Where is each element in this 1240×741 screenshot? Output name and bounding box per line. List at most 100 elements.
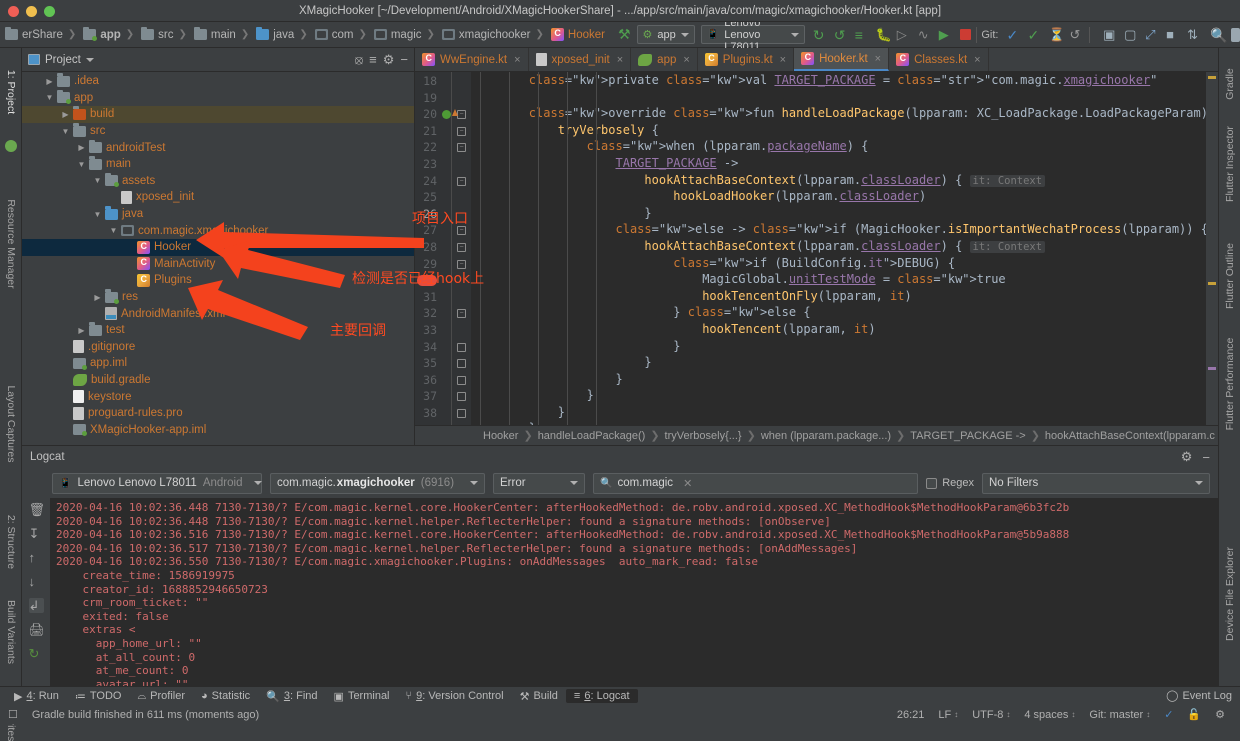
window-controls[interactable] <box>8 6 55 17</box>
regex-checkbox[interactable]: Regex <box>926 477 974 489</box>
hide-panel-icon[interactable]: − <box>1202 450 1210 465</box>
sidebar-item-flutter-outline[interactable]: Flutter Outline <box>1224 243 1236 309</box>
logcat-filter-selector[interactable]: No Filters <box>982 473 1210 494</box>
line-separator[interactable]: LF↕ <box>931 709 965 721</box>
tool-button-profiler[interactable]: ⌓Profiler <box>129 689 193 704</box>
fold-handle-icon[interactable] <box>457 409 466 418</box>
tool-button-logcat[interactable]: ≡6: Logcat <box>566 689 638 703</box>
chevron-down-icon[interactable]: ▼ <box>108 226 119 235</box>
fold-handle-icon[interactable] <box>457 392 466 401</box>
tool-button-version-control[interactable]: ⑂9: Version Control <box>398 689 512 703</box>
breadcrumb-segment[interactable]: when (lpparam.package...) <box>761 430 891 442</box>
fold-handle-icon[interactable]: − <box>457 260 466 269</box>
tree-node[interactable]: ▶.idea <box>22 73 414 90</box>
breadcrumb-item-5[interactable]: com ❯ <box>312 29 371 41</box>
usage-marker[interactable] <box>1208 367 1216 370</box>
editor-tab[interactable]: Hooker.kt× <box>794 48 889 71</box>
chevron-right-icon[interactable]: ▶ <box>76 143 87 152</box>
apply-code-changes-button[interactable]: ≡ <box>855 27 870 42</box>
logcat-device-selector[interactable]: 📱 Lenovo Lenovo L78011 Android <box>52 473 262 494</box>
tool-button-run[interactable]: ▶4: Run <box>6 689 67 704</box>
search-icon[interactable]: 🔍 <box>1210 27 1225 42</box>
breadcrumb-segment[interactable]: Hooker <box>483 430 518 442</box>
logcat-output[interactable]: 2020-04-16 10:02:36.448 7130-7130/? E/co… <box>50 498 1218 686</box>
update-project-icon[interactable]: ✓ <box>1006 27 1021 42</box>
gear-icon[interactable]: ⚙ <box>1181 449 1193 465</box>
fold-handle-icon[interactable] <box>457 376 466 385</box>
project-title[interactable]: Project <box>28 54 94 66</box>
fold-handle-icon[interactable]: − <box>457 177 466 186</box>
tree-node[interactable]: ▶androidTest <box>22 139 414 156</box>
tree-node[interactable]: keystore <box>22 388 414 405</box>
fold-handle-icon[interactable]: − <box>457 243 466 252</box>
breadcrumb-item-8[interactable]: Hooker <box>548 28 608 41</box>
up-stack-trace-icon[interactable]: ↑ <box>29 550 44 565</box>
tree-node[interactable]: XMagicHooker-app.iml <box>22 421 414 438</box>
tree-node[interactable]: .gitignore <box>22 339 414 356</box>
close-icon[interactable]: × <box>683 54 689 66</box>
tool-button-terminal[interactable]: ▣Terminal <box>326 689 398 704</box>
run-configuration-selector[interactable]: ⚙ app <box>637 25 695 44</box>
close-icon[interactable]: × <box>514 54 520 66</box>
chevron-down-icon[interactable]: ▼ <box>76 160 87 169</box>
clear-logcat-icon[interactable]: 🗑 <box>29 502 44 517</box>
collapse-all-icon[interactable]: ≡ <box>369 52 377 67</box>
sidebar-item-structure[interactable]: 2: Structure <box>5 515 17 569</box>
select-opened-file-icon[interactable]: ⦻ <box>355 52 364 68</box>
code-content[interactable]: class="kw">private class="kw">val TARGET… <box>471 72 1218 425</box>
tool-button-find[interactable]: 🔍3: Find <box>258 689 325 704</box>
sidebar-item-gradle[interactable]: Gradle <box>1224 68 1236 100</box>
inspection-icon[interactable]: ✓ <box>1157 708 1180 721</box>
avd-manager-icon[interactable]: ▢ <box>1124 27 1139 42</box>
tree-node[interactable]: ▼main <box>22 156 414 173</box>
breadcrumb-item-1[interactable]: app ❯ <box>80 29 138 41</box>
memory-icon[interactable]: ⚙ <box>1208 708 1232 721</box>
device-selector[interactable]: 📱 Lenovo Lenovo L78011 <box>701 25 805 44</box>
history-icon[interactable]: ⏳ <box>1048 27 1063 42</box>
sync-gradle-icon[interactable]: ⤢ <box>1145 27 1160 42</box>
editor-tab[interactable]: Classes.kt× <box>889 48 988 71</box>
commit-icon[interactable]: ✓ <box>1027 27 1042 42</box>
fold-handle-icon[interactable]: − <box>457 226 466 235</box>
avatar[interactable] <box>1231 28 1240 42</box>
tree-node[interactable]: build.gradle <box>22 372 414 389</box>
tree-node[interactable]: xposed_init <box>22 189 414 206</box>
tool-button-build[interactable]: ⚒Build <box>512 689 566 704</box>
git-branch[interactable]: Git: master↕ <box>1082 709 1157 721</box>
fold-handle-icon[interactable]: − <box>457 127 466 136</box>
rollback-icon[interactable]: ↺ <box>1069 27 1084 42</box>
chevron-right-icon[interactable]: ▶ <box>92 293 103 302</box>
tree-node[interactable]: ▼java <box>22 206 414 223</box>
clear-search-icon[interactable]: ✕ <box>683 477 692 490</box>
file-encoding[interactable]: UTF-8↕ <box>965 709 1017 721</box>
sdk-manager-icon[interactable]: ▣ <box>1103 27 1118 42</box>
warning-marker[interactable] <box>1208 282 1216 285</box>
indent-setting[interactable]: 4 spaces↕ <box>1017 709 1082 721</box>
tree-node[interactable]: ▼com.magic.xmagichooker <box>22 222 414 239</box>
tree-node[interactable]: Hooker <box>22 239 414 256</box>
breadcrumb-item-6[interactable]: magic ❯ <box>371 29 439 41</box>
logcat-search-input[interactable]: 🔍 com.magic ✕ <box>593 473 918 494</box>
event-log-button[interactable]: ◯ Event Log <box>1166 686 1232 705</box>
sidebar-item-project[interactable]: 1: Project <box>5 70 17 114</box>
layout-inspector-icon[interactable]: ■ <box>1166 27 1181 42</box>
sidebar-item-build-variants[interactable]: Build Variants <box>5 600 17 664</box>
down-stack-trace-icon[interactable]: ↓ <box>29 574 44 589</box>
breadcrumb-item-0[interactable]: erShare ❯ <box>2 29 80 41</box>
close-icon[interactable]: × <box>875 53 881 65</box>
chevron-down-icon[interactable]: ▼ <box>60 127 71 136</box>
chevron-down-icon[interactable]: ▼ <box>92 176 103 185</box>
breadcrumb-item-4[interactable]: java ❯ <box>253 29 312 41</box>
gear-icon[interactable]: ⚙ <box>383 52 395 68</box>
project-tree[interactable]: ▶.idea▼app▶build▼src▶androidTest▼main▼as… <box>22 72 414 445</box>
fold-handle-icon[interactable]: − <box>457 309 466 318</box>
editor-tab[interactable]: xposed_init× <box>529 48 632 71</box>
chevron-right-icon[interactable]: ▶ <box>44 77 55 86</box>
sidebar-item-resource-manager[interactable]: Resource Manager <box>5 199 17 288</box>
apply-changes-button[interactable]: ↺ <box>834 27 849 42</box>
logcat-process-selector[interactable]: com.magic. xmagichooker (6916) <box>270 473 485 494</box>
run-gutter-icon[interactable] <box>442 110 451 119</box>
chevron-down-icon[interactable]: ▼ <box>92 210 103 219</box>
tree-node[interactable]: ▼assets <box>22 173 414 190</box>
chevron-right-icon[interactable]: ▶ <box>60 110 71 119</box>
